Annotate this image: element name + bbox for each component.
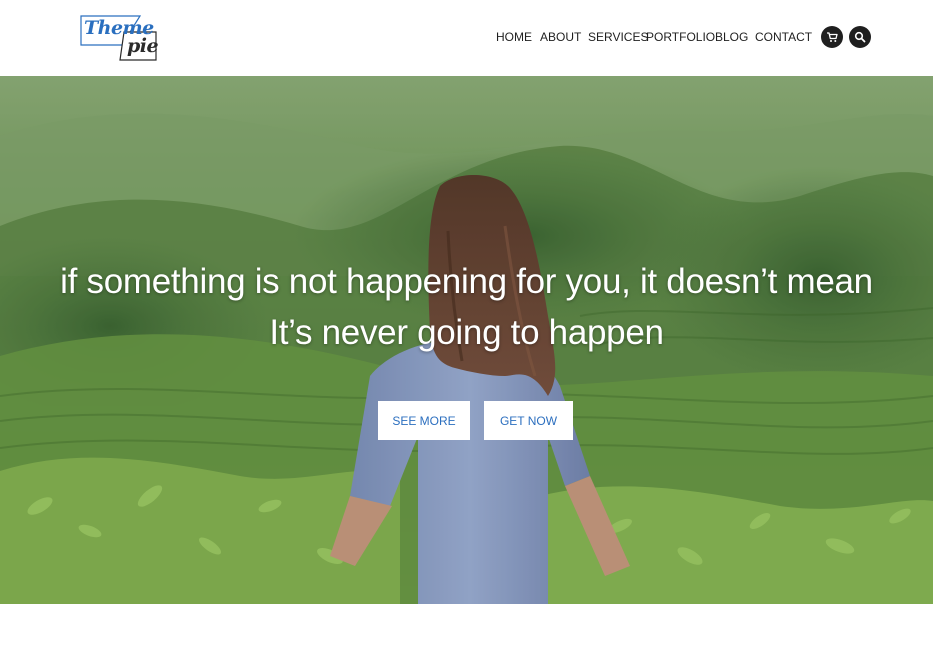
site-header: Theme pie HOME ABOUT SERVICES PORTFOLIO … xyxy=(0,0,933,76)
nav-home[interactable]: HOME xyxy=(496,29,532,45)
search-icon xyxy=(854,31,866,43)
nav-about[interactable]: ABOUT xyxy=(540,29,581,45)
logo[interactable]: Theme pie xyxy=(80,15,159,61)
get-now-button[interactable]: GET NOW xyxy=(484,401,573,440)
hero-banner: if something is not happening for you, i… xyxy=(0,76,933,604)
hero-headline-line1: if something is not happening for you, i… xyxy=(60,262,873,301)
search-button[interactable] xyxy=(849,26,871,48)
see-more-button[interactable]: SEE MORE xyxy=(378,401,470,440)
hero-headline-line2: It’s never going to happen xyxy=(269,313,664,352)
logo-text-pie: pie xyxy=(127,35,159,57)
cart-icon xyxy=(827,32,838,42)
cart-button[interactable] xyxy=(821,26,843,48)
nav-blog[interactable]: BLOG xyxy=(715,29,748,45)
nav-portfolio[interactable]: PORTFOLIO xyxy=(646,29,715,45)
nav-services[interactable]: SERVICES xyxy=(588,29,648,45)
nav-contact[interactable]: CONTACT xyxy=(755,29,812,45)
content-area xyxy=(0,604,933,672)
